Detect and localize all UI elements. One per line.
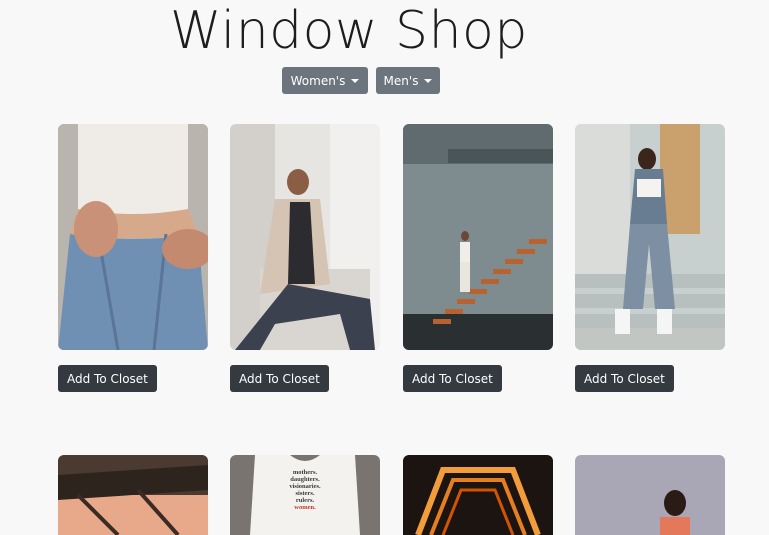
chevron-down-icon — [424, 79, 433, 83]
product-image-beige-coat[interactable] — [230, 124, 380, 350]
add-to-closet-button[interactable]: Add To Closet — [58, 365, 157, 392]
tshirt-text-line: rulers. — [295, 497, 315, 504]
womens-dropdown-label: Women's — [290, 73, 346, 88]
tshirt-text-line: sisters. — [295, 490, 315, 497]
product-image-crop-top-jeans[interactable] — [58, 124, 208, 350]
mens-dropdown-label: Men's — [383, 73, 419, 88]
add-to-closet-button[interactable]: Add To Closet — [575, 365, 674, 392]
page-title: Window Shop — [170, 1, 528, 61]
product-image-palm-sunset[interactable] — [58, 455, 208, 535]
add-to-closet-button[interactable]: Add To Closet — [403, 365, 502, 392]
tshirt-text-line: mothers. — [292, 469, 318, 476]
tshirt-text-line: daughters. — [290, 476, 320, 483]
mens-dropdown-button[interactable]: Men's — [376, 67, 440, 94]
chevron-down-icon — [351, 79, 360, 83]
product-image-woman-portrait[interactable] — [575, 455, 725, 535]
product-image-neon-tunnel[interactable] — [403, 455, 553, 535]
add-to-closet-button[interactable]: Add To Closet — [230, 365, 329, 392]
womens-dropdown-button[interactable]: Women's — [282, 67, 368, 94]
tshirt-text-line: women. — [294, 504, 316, 511]
product-image-denim-outfit[interactable] — [575, 124, 725, 350]
product-image-floating-stairs[interactable] — [403, 124, 553, 350]
tshirt-text-line: visionaries. — [289, 483, 321, 490]
product-image-slogan-tshirt[interactable]: mothers. daughters. visionaries. sisters… — [230, 455, 380, 535]
